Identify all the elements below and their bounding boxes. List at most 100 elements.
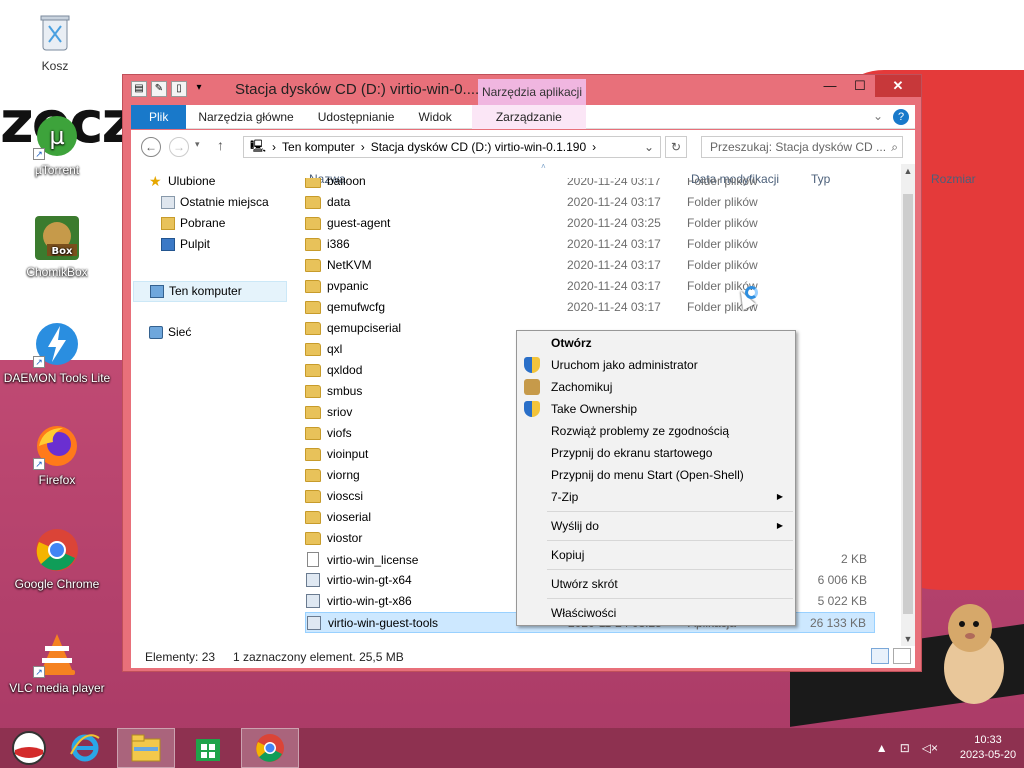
shortcut-arrow-icon: ↗: [33, 356, 45, 368]
breadcrumb-this-pc[interactable]: Ten komputer: [282, 140, 355, 154]
chomikbox-icon: Box: [33, 214, 81, 262]
properties-icon[interactable]: ✎: [151, 81, 167, 97]
folder-icon: [305, 531, 321, 545]
close-button[interactable]: ✕: [875, 75, 921, 97]
file-row[interactable]: guest-agent 2020-11-24 03:25 Folder plików: [305, 213, 875, 234]
selection-info: 1 zaznaczony element. 25,5 MB: [233, 650, 404, 664]
volume-muted-icon[interactable]: ◁×: [922, 741, 938, 755]
file-date: 2020-11-24 03:25: [567, 216, 661, 230]
scroll-up-icon[interactable]: ▲: [901, 166, 915, 176]
taskbar-chrome[interactable]: [241, 728, 299, 768]
network-status-icon[interactable]: ⊡: [900, 741, 910, 755]
file-row[interactable]: pvpanic 2020-11-24 03:17 Folder plików: [305, 276, 875, 297]
file-size: 5 022 KB: [817, 594, 867, 608]
maximize-button[interactable]: ☐: [845, 75, 875, 97]
nav-desktop[interactable]: Pulpit: [161, 234, 210, 255]
start-button[interactable]: [0, 728, 58, 768]
up-button[interactable]: ↑: [217, 137, 224, 153]
title-bar[interactable]: ▤ ✎ ▯ ▾ Stacja dysków CD (D:) virtio-win…: [123, 75, 921, 105]
file-row[interactable]: i386 2020-11-24 03:17 Folder plików: [305, 234, 875, 255]
menu-item-copy[interactable]: Kopiuj: [519, 544, 793, 566]
search-input[interactable]: Przeszukaj: Stacja dysków CD ... ⌕: [701, 136, 903, 158]
folder-icon: [305, 237, 321, 251]
submenu-arrow-icon: ▶: [776, 521, 783, 530]
desktop-icon-utorrent[interactable]: µ ↗ µTorrent: [2, 112, 112, 177]
breadcrumb-separator-icon[interactable]: ›: [361, 140, 365, 154]
desktop-icon-chomikbox[interactable]: Box ChomikBox: [2, 214, 112, 279]
window-title: Stacja dysków CD (D:) virtio-win-0....: [235, 81, 480, 98]
column-header-size[interactable]: Rozmiar: [931, 172, 976, 186]
file-row[interactable]: NetKVM 2020-11-24 03:17 Folder plików: [305, 255, 875, 276]
desktop-icon-label: Kosz: [41, 59, 69, 73]
file-row[interactable]: data 2020-11-24 03:17 Folder plików: [305, 192, 875, 213]
menu-item-7zip[interactable]: 7-Zip ▶: [519, 486, 793, 508]
nav-favorites[interactable]: ★ Ulubione: [149, 171, 215, 192]
taskbar-store[interactable]: [179, 728, 237, 768]
vertical-scrollbar[interactable]: ▲ ▼: [901, 164, 915, 646]
large-icons-view-icon[interactable]: [893, 648, 911, 664]
menu-item-send-to[interactable]: Wyślij do ▶: [519, 515, 793, 537]
nav-network[interactable]: Sieć: [149, 322, 191, 343]
file-name: viostor: [327, 531, 363, 545]
menu-item-troubleshoot-compatibility[interactable]: Rozwiąż problemy ze zgodnością: [519, 420, 793, 442]
back-button[interactable]: ←: [141, 137, 161, 157]
file-row[interactable]: qemufwcfg 2020-11-24 03:17 Folder plików: [305, 297, 875, 318]
menu-item-run-as-admin[interactable]: Uruchom jako administrator: [519, 354, 793, 376]
breadcrumb-drive[interactable]: Stacja dysków CD (D:) virtio-win-0.1.190: [371, 140, 586, 154]
file-name: qemufwcfg: [327, 300, 386, 314]
file-size: 2 KB: [840, 552, 867, 566]
file-date: 2020-11-24 03:17: [567, 258, 661, 272]
expand-ribbon-icon[interactable]: ⌄: [873, 109, 883, 125]
address-input[interactable]: 🖳 › Ten komputer › Stacja dysków CD (D:)…: [243, 136, 661, 158]
nav-this-pc[interactable]: Ten komputer: [133, 281, 287, 302]
menu-item-zachomikuj[interactable]: Zachomikuj: [519, 376, 793, 398]
tab-manage[interactable]: Zarządzanie: [471, 104, 586, 129]
chrome-icon: [256, 734, 284, 762]
tab-home[interactable]: Narzędzia główne: [186, 105, 305, 129]
star-icon: ★: [149, 173, 162, 189]
help-icon[interactable]: ?: [893, 108, 909, 125]
taskbar-file-explorer[interactable]: [117, 728, 175, 768]
nav-recent-places[interactable]: Ostatnie miejsca: [161, 192, 269, 213]
menu-separator: [547, 598, 793, 599]
minimize-button[interactable]: —: [815, 75, 845, 97]
menu-item-take-ownership[interactable]: Take Ownership: [519, 398, 793, 420]
qat-dropdown-icon[interactable]: ▾: [191, 81, 207, 97]
quick-access-toolbar: ▤ ✎ ▯ ▾: [131, 81, 207, 97]
desktop-icon-firefox[interactable]: ↗ Firefox: [2, 422, 112, 487]
desktop-icon-label: DAEMON Tools Lite: [3, 371, 111, 385]
address-dropdown-icon[interactable]: ⌄: [644, 140, 654, 154]
internet-explorer-icon: [70, 734, 100, 762]
details-view-icon[interactable]: [871, 648, 889, 664]
clock[interactable]: 10:33 2023-05-20: [952, 733, 1024, 763]
menu-item-open[interactable]: Otwórz: [519, 332, 793, 354]
taskbar-internet-explorer[interactable]: [56, 728, 114, 768]
tab-view[interactable]: Widok: [406, 105, 463, 129]
menu-item-properties[interactable]: Właściwości: [519, 602, 793, 624]
show-hidden-icons-icon[interactable]: ▲: [876, 741, 888, 755]
desktop-icon-label: Firefox: [38, 473, 76, 487]
refresh-button[interactable]: ↻: [665, 136, 687, 158]
tab-file[interactable]: Plik: [131, 104, 187, 129]
file-name: virtio-win-gt-x86: [327, 594, 412, 608]
menu-item-pin-to-start-screen[interactable]: Przypnij do ekranu startowego: [519, 442, 793, 464]
desktop-icon-daemon-tools[interactable]: ↗ DAEMON Tools Lite: [2, 320, 112, 385]
forward-button[interactable]: →: [169, 137, 189, 157]
recent-locations-icon[interactable]: ▾: [195, 139, 200, 150]
new-folder-icon[interactable]: ▯: [171, 81, 187, 97]
desktop-icon-chrome[interactable]: Google Chrome: [2, 526, 112, 591]
desktop-icon-label: Google Chrome: [14, 577, 100, 591]
app-menu-icon[interactable]: ▤: [131, 81, 147, 97]
scrollbar-thumb[interactable]: [903, 194, 913, 614]
breadcrumb-separator-icon[interactable]: ›: [592, 140, 596, 154]
scroll-down-icon[interactable]: ▼: [901, 634, 915, 644]
menu-item-create-shortcut[interactable]: Utwórz skrót: [519, 573, 793, 595]
desktop-icon-vlc[interactable]: ↗ VLC media player: [2, 630, 112, 695]
file-name: virtio-win_license: [327, 552, 419, 567]
file-row[interactable]: balloon 2020-11-24 03:17 Folder plików: [305, 178, 875, 192]
tab-share[interactable]: Udostępnianie: [306, 105, 407, 129]
clock-time: 10:33: [974, 734, 1002, 746]
desktop-icon-recycle-bin[interactable]: Kosz: [0, 8, 110, 73]
nav-downloads[interactable]: Pobrane: [161, 213, 225, 234]
menu-item-pin-to-open-shell[interactable]: Przypnij do menu Start (Open-Shell): [519, 464, 793, 486]
